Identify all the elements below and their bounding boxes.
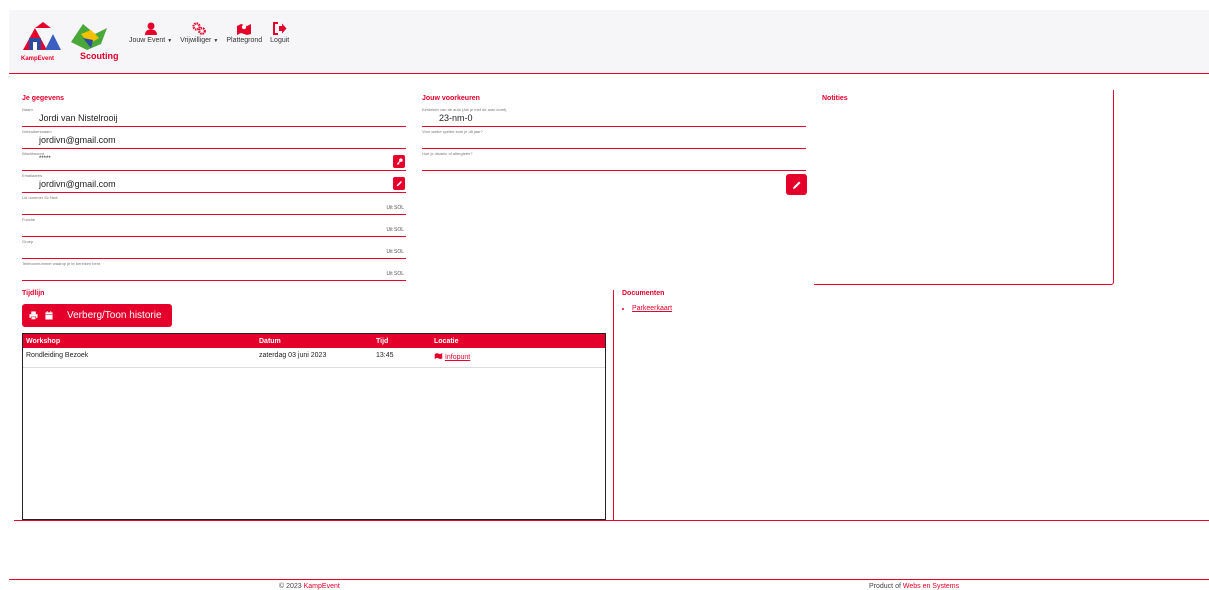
member-number-field: Lid nummer Sc Ned. Uit SOL bbox=[22, 194, 406, 215]
nav-loguit-label: Loguit bbox=[270, 37, 290, 44]
email-field[interactable]: Emailadres jordivn@gmail.com bbox=[22, 172, 406, 193]
map-icon bbox=[434, 353, 443, 359]
caret-down-icon: ▼ bbox=[213, 38, 219, 44]
change-password-button[interactable] bbox=[393, 155, 405, 168]
function-source: Uit SOL bbox=[386, 227, 404, 233]
username-field[interactable]: Gebruikersnaam jordivn@gmail.com bbox=[22, 128, 406, 149]
notes-section-title: Notities bbox=[822, 95, 848, 102]
row-datum: zaterdag 03 juni 2023 bbox=[259, 352, 327, 359]
password-field[interactable]: Wachtwoord ***** bbox=[22, 150, 406, 171]
toggle-history-button[interactable]: Verberg/Toon historie bbox=[22, 304, 172, 327]
section-divider bbox=[613, 290, 614, 520]
timeline-section-title: Tijdlijn bbox=[22, 290, 45, 297]
nav-plattegrond-label: Plattegrond bbox=[226, 37, 263, 44]
password-value: ***** bbox=[39, 156, 51, 162]
caret-down-icon: ▼ bbox=[167, 38, 173, 44]
function-field: Functie Uit SOL bbox=[22, 216, 406, 237]
top-header: KampEvent Scouting Jouw Event ▼ Vrijwilli… bbox=[9, 10, 1209, 74]
function-label: Functie bbox=[22, 217, 36, 222]
nav-loguit[interactable]: Loguit bbox=[270, 22, 289, 44]
preferences-section-title: Jouw voorkeuren bbox=[422, 95, 480, 102]
copyright-prefix: © 2023 bbox=[279, 583, 304, 590]
username-value: jordivn@gmail.com bbox=[39, 135, 116, 145]
member-number-label: Lid nummer Sc Ned. bbox=[22, 195, 59, 200]
footer-copyright: © 2023 KampEvent bbox=[279, 583, 340, 590]
pencil-icon bbox=[792, 181, 800, 189]
group-source: Uit SOL bbox=[386, 249, 404, 255]
sign-out-icon bbox=[272, 22, 287, 35]
product-brand-link[interactable]: Webs en Systems bbox=[903, 583, 959, 590]
username-label: Gebruikersnaam bbox=[22, 129, 52, 134]
nav-jouw-event[interactable]: Jouw Event ▼ bbox=[129, 22, 172, 44]
nav-jouw-event-label: Jouw Event bbox=[129, 37, 166, 44]
group-label: Groep bbox=[22, 239, 34, 244]
map-icon bbox=[237, 24, 252, 35]
list-item: Parkeerkaart bbox=[632, 305, 672, 312]
license-plate-value: 23-nm-0 bbox=[439, 113, 473, 123]
personal-section-title: Je gegevens bbox=[22, 95, 65, 102]
nav-plattegrond[interactable]: Plattegrond bbox=[226, 22, 262, 44]
table-row[interactable]: Rondleiding Bezoek zaterdag 03 juni 2023… bbox=[23, 348, 605, 368]
license-plate-label: Kenteken van de auto (Als je met de auto… bbox=[422, 107, 507, 112]
calendar-icon bbox=[45, 311, 53, 320]
name-field[interactable]: Naam Jordi van Nistelrooij bbox=[22, 106, 406, 127]
content-bottom-divider bbox=[14, 520, 1209, 521]
table-header: Workshop Datum Tijd Locatie bbox=[23, 334, 605, 348]
row-workshop: Rondleiding Bezoek bbox=[26, 352, 89, 359]
main-nav: Jouw Event ▼ Vrijwilliger ▼ Plattegrond Lo… bbox=[129, 22, 289, 44]
key-icon bbox=[396, 158, 403, 165]
footer-divider bbox=[9, 579, 1209, 580]
parkeerkaart-link[interactable]: Parkeerkaart bbox=[632, 305, 672, 312]
documents-list: Parkeerkaart bbox=[632, 305, 672, 312]
member-number-source: Uit SOL bbox=[386, 205, 404, 211]
col-tijd[interactable]: Tijd bbox=[376, 338, 388, 345]
diet-field[interactable]: Hoe je disdeln of allergieën? bbox=[422, 150, 806, 171]
email-label: Emailadres bbox=[22, 173, 43, 178]
edit-preferences-button[interactable] bbox=[786, 174, 807, 195]
col-locatie[interactable]: Locatie bbox=[434, 338, 459, 345]
print-icon bbox=[29, 311, 38, 320]
nav-vrijwilliger[interactable]: Vrijwilliger ▼ bbox=[180, 22, 218, 44]
nav-vrijwilliger-label: Vrijwilliger bbox=[180, 37, 212, 44]
documents-section-title: Documenten bbox=[622, 290, 665, 297]
kampevent-logo[interactable]: KampEvent Scouting bbox=[21, 20, 126, 68]
phone-source: Uit SOL bbox=[386, 271, 404, 277]
name-value: Jordi van Nistelrooij bbox=[39, 113, 118, 123]
email-value: jordivn@gmail.com bbox=[39, 179, 116, 189]
location-link[interactable]: Infopunt bbox=[445, 354, 470, 361]
row-locatie: Infopunt bbox=[434, 352, 470, 361]
phone-field: Telefoonnummer waarop je te bereiken ben… bbox=[22, 260, 406, 281]
pencil-icon bbox=[396, 181, 402, 187]
col-datum[interactable]: Datum bbox=[259, 338, 281, 345]
logo-kampevent-text: KampEvent bbox=[21, 56, 55, 62]
timeline-table: Workshop Datum Tijd Locatie Rondleiding … bbox=[22, 333, 606, 520]
product-prefix: Product of bbox=[869, 583, 903, 590]
row-tijd: 13:45 bbox=[376, 352, 394, 359]
license-plate-field[interactable]: Kenteken van de auto (Als je met de auto… bbox=[422, 106, 806, 127]
name-label: Naam bbox=[22, 107, 33, 112]
copyright-brand-link[interactable]: KampEvent bbox=[304, 583, 340, 590]
group-field: Groep Uit SOL bbox=[22, 238, 406, 259]
user-icon bbox=[144, 22, 157, 35]
footer-product: Product of Webs en Systems bbox=[869, 583, 959, 590]
diet-label: Hoe je disdeln of allergieën? bbox=[422, 151, 473, 156]
gears-icon bbox=[192, 22, 207, 35]
col-workshop[interactable]: Workshop bbox=[26, 338, 60, 345]
logo-scouting-text: Scouting bbox=[80, 51, 119, 61]
toggle-history-label: Verberg/Toon historie bbox=[67, 310, 162, 321]
activity-label: Voor welke spelbe kom je dit jaar? bbox=[422, 129, 483, 134]
edit-email-button[interactable] bbox=[393, 177, 405, 190]
phone-label: Telefoonnummer waarop je te bereiken ben… bbox=[22, 261, 101, 266]
activity-field[interactable]: Voor welke spelbe kom je dit jaar? bbox=[422, 128, 806, 149]
notes-panel[interactable] bbox=[814, 90, 1114, 285]
